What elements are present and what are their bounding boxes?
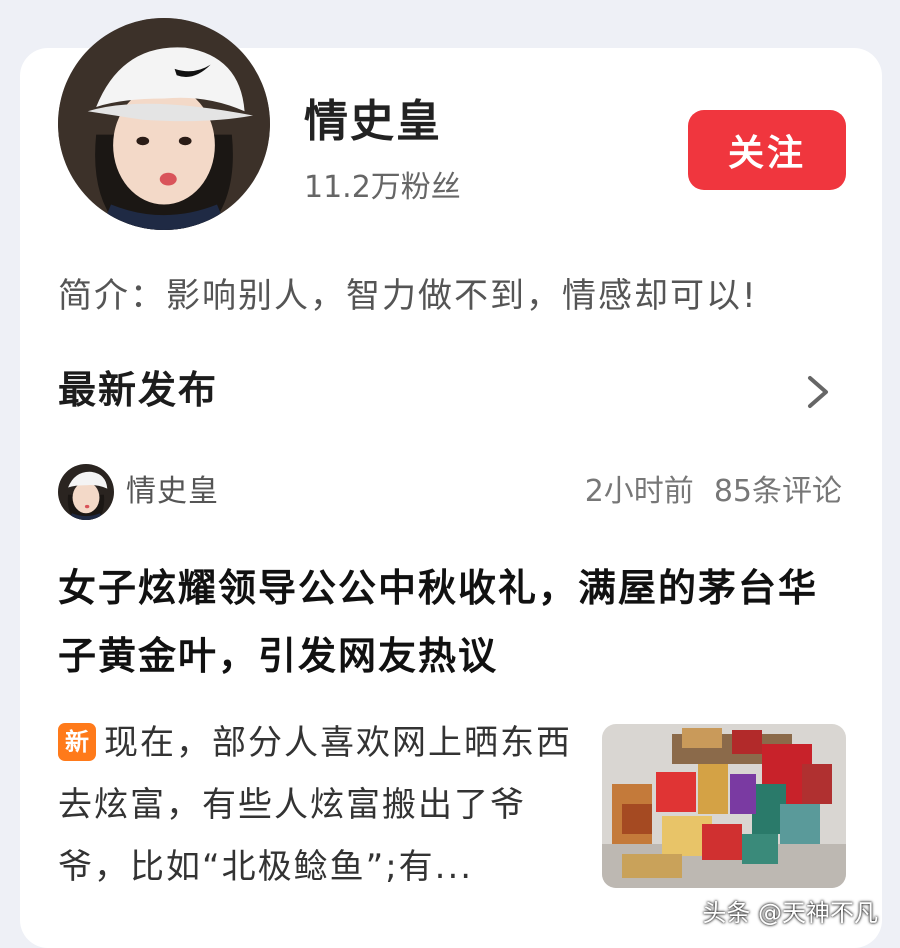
watermark: 头条 @天神不凡: [702, 899, 878, 927]
post-thumbnail[interactable]: [602, 724, 846, 888]
profile-name: 情史皇: [304, 96, 442, 147]
gift-boxes-photo-icon: [602, 724, 846, 888]
avatar-photo-icon: [58, 18, 270, 230]
fans-count: 11.2万粉丝: [304, 170, 461, 205]
chevron-right-icon[interactable]: [800, 372, 836, 412]
avatar-photo-icon: [58, 464, 114, 520]
post-snippet-text: 现在，部分人喜欢网上晒东西去炫富，有些人炫富搬出了爷爷，比如“北极鲶鱼”;有..…: [58, 723, 572, 887]
section-title: 最新发布: [58, 368, 219, 412]
profile-bio: 简介：影响别人，智力做不到，情感却可以!: [58, 276, 758, 316]
follow-button[interactable]: 关注: [688, 110, 846, 190]
post-author-avatar[interactable]: [58, 464, 114, 520]
post-snippet[interactable]: 新现在，部分人喜欢网上晒东西去炫富，有些人炫富搬出了爷爷，比如“北极鲶鱼”;有.…: [58, 712, 578, 898]
post-author-name[interactable]: 情史皇: [126, 472, 219, 512]
post-meta: 2小时前 85条评论: [585, 472, 842, 512]
profile-avatar[interactable]: [58, 18, 270, 230]
new-badge: 新: [58, 723, 96, 761]
post-comments[interactable]: 85条评论: [714, 472, 842, 512]
post-headline[interactable]: 女子炫耀领导公公中秋收礼，满屋的茅台华子黄金叶，引发网友热议: [58, 554, 848, 690]
post-time: 2小时前: [584, 474, 694, 509]
